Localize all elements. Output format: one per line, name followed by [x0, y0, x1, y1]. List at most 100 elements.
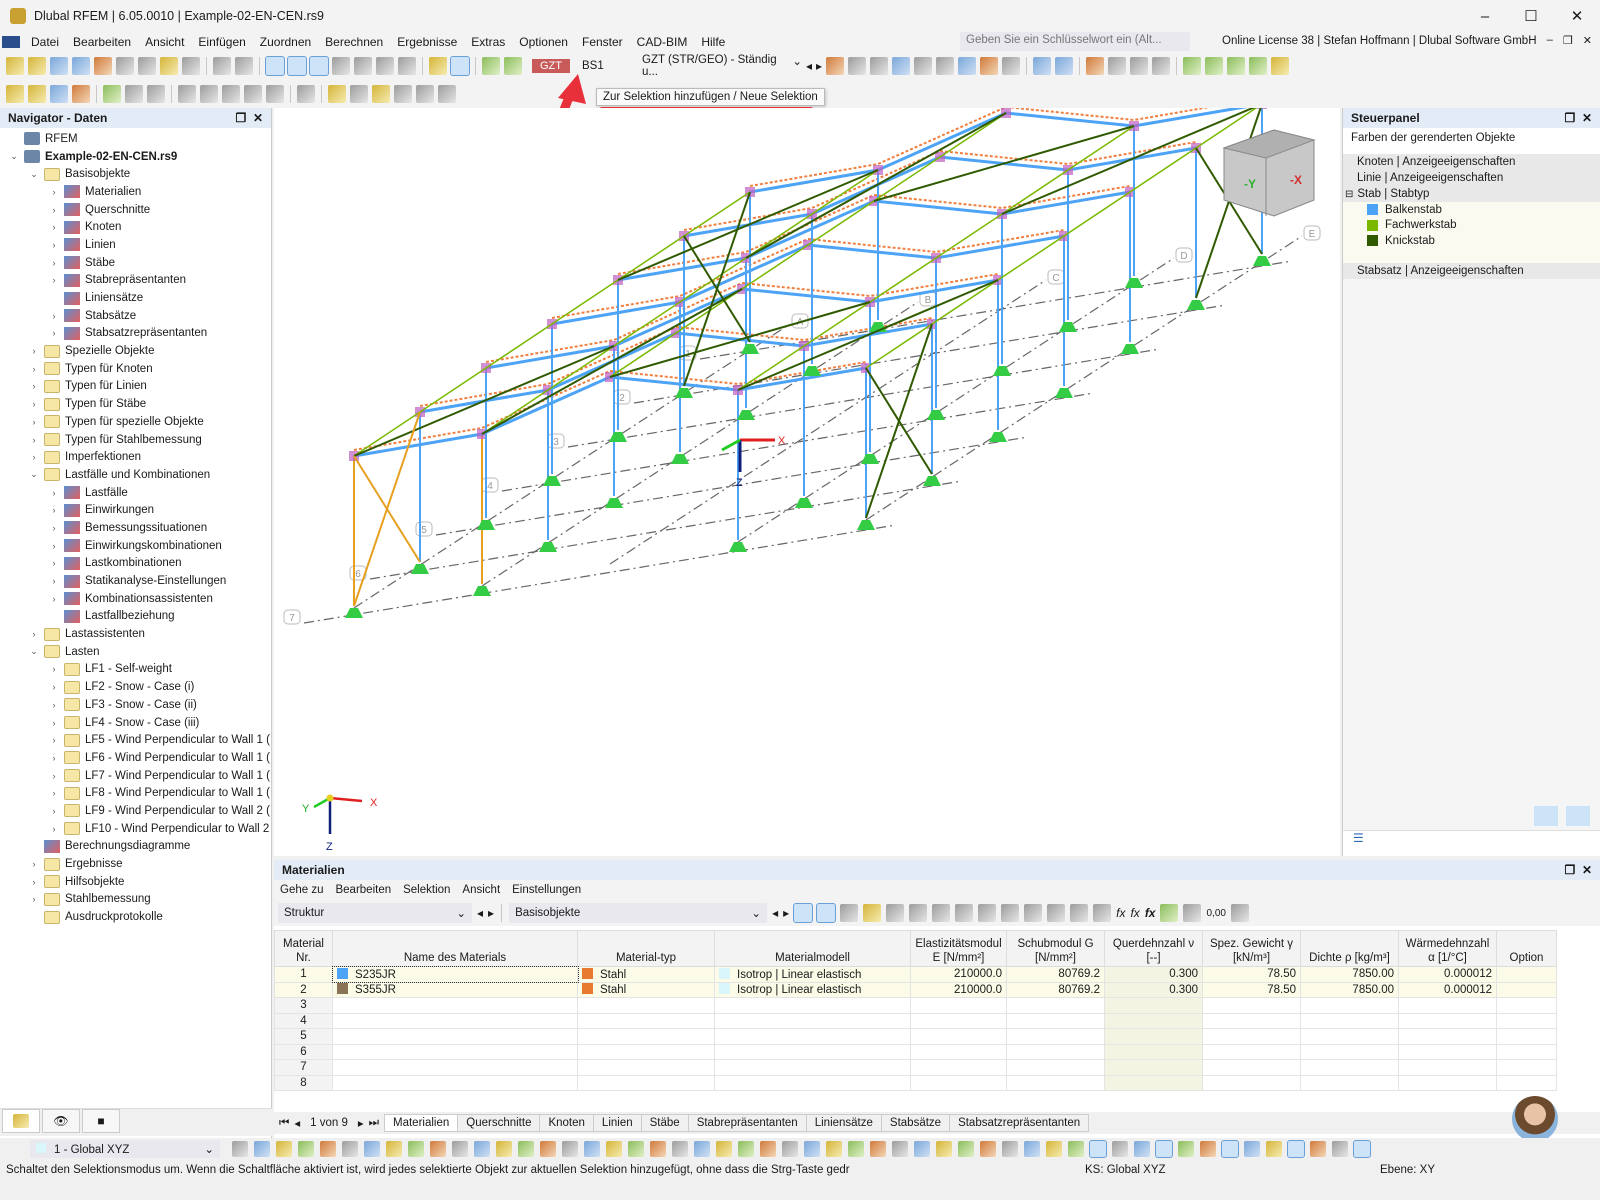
tree-item[interactable]: › Lastkombinationen	[0, 555, 271, 573]
tree-item[interactable]: › LF5 - Wind Perpendicular to Wall 1 (	[0, 731, 271, 749]
sync-view-icon[interactable]	[816, 903, 837, 923]
value-cell[interactable]: 80769.2	[1006, 981, 1105, 998]
value-cell[interactable]: 0.000012	[1398, 981, 1497, 998]
status-tool-icon[interactable]	[1287, 1140, 1305, 1158]
insert-row-icon[interactable]	[863, 904, 882, 922]
option-cell[interactable]	[1496, 997, 1557, 1014]
tree-item[interactable]: › Einwirkungen	[0, 501, 271, 519]
value-cell[interactable]: 7850.00	[1300, 966, 1399, 983]
collapse-icon[interactable]: ⊟	[1345, 189, 1353, 200]
tree-item[interactable]: › LF3 - Snow - Case (ii)	[0, 696, 271, 714]
status-tool-icon[interactable]	[276, 1141, 292, 1157]
panel-toggle-icon[interactable]	[309, 56, 329, 76]
status-tool-icon[interactable]	[1155, 1140, 1173, 1158]
menu-fenster[interactable]: Fenster	[575, 35, 630, 49]
column-header[interactable]: Wärmedehnzahl α [1/°C]	[1398, 930, 1497, 967]
status-tool-icon[interactable]	[892, 1141, 908, 1157]
value-cell[interactable]	[1202, 1043, 1301, 1060]
table-row[interactable]: 2 S355JR Stahl Isotrop | Linear elastisch 21…	[274, 981, 1557, 998]
next-arrow-icon[interactable]: ▸	[783, 906, 789, 920]
function-icon[interactable]: fx	[1116, 906, 1125, 920]
value-cell[interactable]	[1398, 1059, 1497, 1076]
member-load-icon[interactable]	[350, 85, 368, 103]
view-z-icon[interactable]	[1227, 57, 1246, 75]
tree-item[interactable]: › Typen für Stäbe	[0, 395, 271, 413]
value-cell[interactable]	[1300, 1028, 1399, 1045]
status-tool-icon[interactable]	[474, 1141, 490, 1157]
edit-box-icon[interactable]	[1130, 57, 1149, 75]
material-type-cell[interactable]	[577, 1074, 715, 1091]
help-icon[interactable]	[1230, 904, 1249, 922]
tab-stabsatzrepräsentanten[interactable]: Stabsatzrepräsentanten	[949, 1114, 1090, 1132]
tab-stabrepräsentanten[interactable]: Stabrepräsentanten	[687, 1114, 807, 1132]
material-model-cell[interactable]: Isotrop | Linear elastisch	[714, 966, 911, 983]
tree-item[interactable]: › Imperfektionen	[0, 448, 271, 466]
function-edit-icon[interactable]: fx	[1130, 906, 1139, 920]
tree-item[interactable]: › Kombinationsassistenten	[0, 590, 271, 608]
mdi-restore-button[interactable]: ❐	[1563, 34, 1573, 47]
redo-icon[interactable]	[235, 57, 253, 75]
menu-optionen[interactable]: Optionen	[512, 35, 575, 49]
tree-item[interactable]: › LF9 - Wind Perpendicular to Wall 2 (	[0, 802, 271, 820]
chevron-right-icon[interactable]: ›	[28, 629, 40, 639]
support-values-icon[interactable]	[892, 57, 911, 75]
option-cell[interactable]	[1496, 981, 1557, 998]
tree-item[interactable]: ⌄ Lastfälle und Kombinationen	[0, 466, 271, 484]
value-cell[interactable]	[910, 1028, 1007, 1045]
tree-item[interactable]: › Stabsätze	[0, 307, 271, 325]
value-cell[interactable]	[1300, 1074, 1399, 1091]
column-header[interactable]: Materialmodell	[714, 930, 911, 967]
view-x-icon[interactable]	[1183, 57, 1202, 75]
status-tool-icon[interactable]	[1178, 1141, 1194, 1157]
menu-ansicht[interactable]: Ansicht	[138, 35, 191, 49]
status-tool-icon[interactable]	[716, 1141, 732, 1157]
assistant-avatar[interactable]	[1512, 1096, 1558, 1142]
menu-extras[interactable]: Extras	[464, 35, 512, 49]
option-cell[interactable]	[1496, 1028, 1557, 1045]
values-icon[interactable]	[848, 57, 867, 75]
column-header[interactable]: Material Nr.	[274, 930, 333, 967]
material-name-cell[interactable]: S355JR	[332, 981, 578, 998]
material-nr-cell[interactable]: 8	[274, 1074, 333, 1091]
material-nr-cell[interactable]: 4	[274, 1012, 333, 1029]
filter-icon[interactable]	[826, 57, 845, 75]
prev-arrow-icon[interactable]: ◂	[806, 59, 812, 73]
value-cell[interactable]	[1006, 1074, 1105, 1091]
undock-icon[interactable]: ❐	[1565, 863, 1576, 877]
column-header[interactable]: Schubmodul G [N/mm²]	[1006, 930, 1105, 967]
status-tool-icon[interactable]	[1089, 1140, 1107, 1158]
device-icon[interactable]	[376, 57, 394, 75]
console-icon[interactable]	[332, 57, 350, 75]
value-cell[interactable]	[1300, 1012, 1399, 1029]
delete-view-icon[interactable]	[1086, 57, 1105, 75]
next-arrow-icon[interactable]: ▸	[816, 59, 822, 73]
decimal-icon[interactable]: 0,00	[1206, 908, 1225, 919]
load-combo-select[interactable]: GZT (STR/GEO) - Ständig u... ⌄	[642, 54, 802, 78]
tree-item[interactable]: ⌄ Lasten	[0, 643, 271, 661]
section-icon[interactable]	[244, 85, 262, 103]
tree-item[interactable]: › LF10 - Wind Perpendicular to Wall 2	[0, 820, 271, 838]
chevron-right-icon[interactable]: ›	[48, 718, 60, 728]
script-icon[interactable]	[354, 57, 372, 75]
tab-materialien[interactable]: Materialien	[384, 1114, 459, 1132]
chevron-right-icon[interactable]: ›	[28, 435, 40, 445]
column-header[interactable]: Dichte ρ [kg/m³]	[1300, 930, 1399, 967]
section-member-set[interactable]: Stabsatz | Anzeigeeigenschaften	[1343, 262, 1600, 279]
box-outline-icon[interactable]	[1152, 57, 1171, 75]
column-header[interactable]: Name des Materials	[332, 930, 578, 967]
object-type-select[interactable]: Basisobjekte ⌄	[509, 903, 768, 923]
member-values-icon[interactable]	[936, 57, 955, 75]
tab-stäbe[interactable]: Stäbe	[640, 1114, 689, 1132]
tree-item[interactable]: › Ergebnisse	[0, 855, 271, 873]
window-icon[interactable]	[1070, 904, 1089, 922]
material-type-cell[interactable]: Stahl	[577, 981, 715, 998]
tree-item[interactable]: › Lastassistenten	[0, 625, 271, 643]
material-name-cell[interactable]	[332, 1028, 578, 1045]
new-node-icon[interactable]	[6, 85, 24, 103]
status-tool-icon[interactable]	[518, 1141, 534, 1157]
table-row[interactable]: 3	[274, 997, 1557, 1014]
material-type-cell[interactable]: Stahl	[577, 966, 715, 983]
tree-item[interactable]: › Knoten	[0, 218, 271, 236]
status-tool-icon[interactable]	[562, 1141, 578, 1157]
column-header[interactable]: Elastizitätsmodul E [N/mm²]	[910, 930, 1007, 967]
